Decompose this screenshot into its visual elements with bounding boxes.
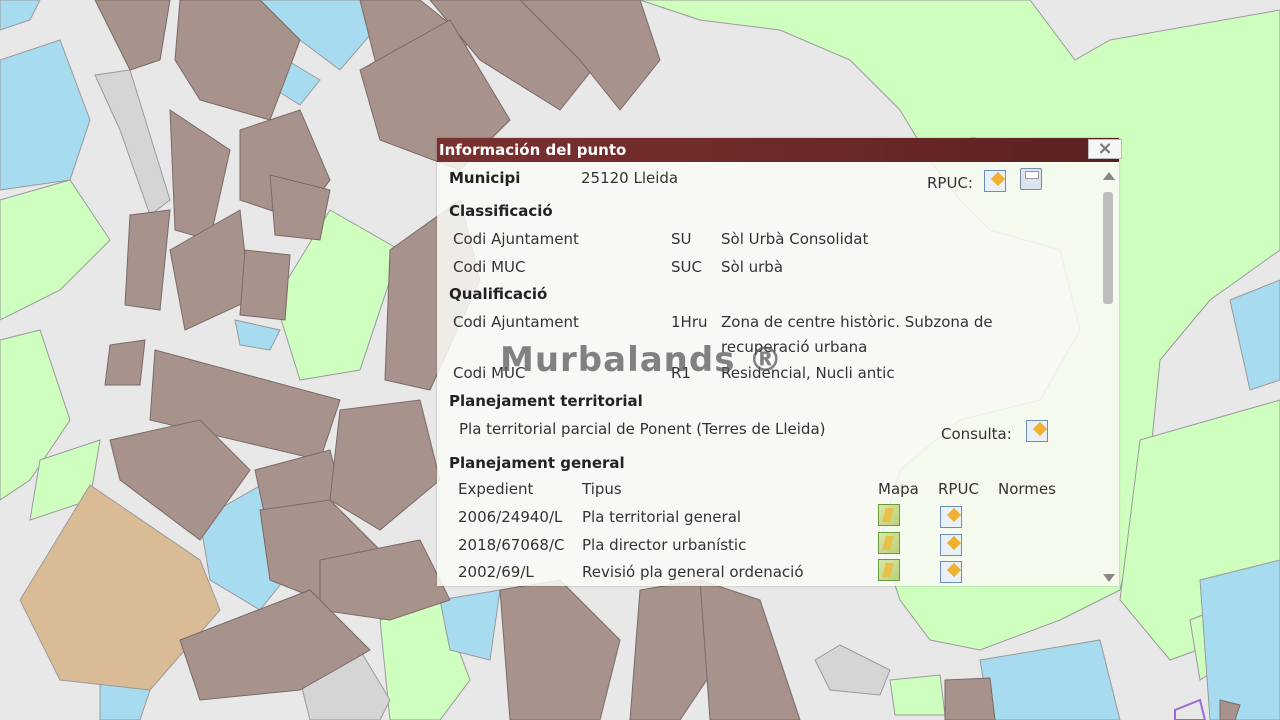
column-header-expedient: Expedient: [458, 480, 534, 498]
column-header-mapa: Mapa: [878, 480, 919, 498]
popup-scrollbar[interactable]: [1101, 170, 1117, 584]
rpuc-document-edit-icon[interactable]: [984, 170, 1006, 192]
scroll-down-arrow-icon[interactable]: [1103, 574, 1115, 582]
classificacio-row-desc: Sòl Urbà Consolidat: [721, 230, 869, 248]
close-icon: ×: [1097, 138, 1113, 159]
map-icon[interactable]: [878, 532, 900, 554]
column-header-tipus: Tipus: [582, 480, 622, 498]
rpuc-document-edit-icon[interactable]: [940, 534, 962, 556]
column-header-rpuc: RPUC: [938, 480, 979, 498]
territorial-header: Planejament territorial: [449, 392, 643, 410]
classificacio-row-code: SU: [671, 230, 692, 248]
qualificacio-row-desc: Zona de centre històric. Subzona de: [721, 313, 993, 331]
scrollbar-thumb[interactable]: [1103, 192, 1113, 304]
consulta-label: Consulta:: [941, 425, 1012, 443]
row-expedient: 2018/67068/C: [458, 536, 565, 554]
qualificacio-row-label: Codi Ajuntament: [453, 313, 579, 331]
popup-title-bar[interactable]: Información del punto ×: [437, 138, 1122, 162]
row-expedient: 2002/69/L: [458, 563, 534, 581]
territorial-plan-text: Pla territorial parcial de Ponent (Terre…: [459, 420, 826, 438]
municipi-label: Municipi: [449, 169, 521, 187]
classificacio-row-label: Codi MUC: [453, 258, 526, 276]
row-tipus: Pla director urbanístic: [582, 536, 747, 554]
general-header: Planejament general: [449, 454, 625, 472]
rpuc-document-edit-icon[interactable]: [940, 561, 962, 583]
classificacio-row-label: Codi Ajuntament: [453, 230, 579, 248]
classificacio-header: Classificació: [449, 202, 553, 220]
row-expedient: 2006/24940/L: [458, 508, 563, 526]
close-button[interactable]: ×: [1088, 139, 1122, 159]
consulta-document-edit-icon[interactable]: [1026, 420, 1048, 442]
map-icon[interactable]: [878, 504, 900, 526]
rpuc-document-edit-icon[interactable]: [940, 506, 962, 528]
qualificacio-row-code: 1Hru: [671, 313, 708, 331]
municipi-value: 25120 Lleida: [581, 169, 679, 187]
row-tipus: Pla territorial general: [582, 508, 742, 526]
map-icon[interactable]: [878, 559, 900, 581]
column-header-normes: Normes: [998, 480, 1056, 498]
printer-icon[interactable]: [1020, 168, 1042, 190]
row-tipus: Revisió pla general ordenació: [582, 563, 804, 581]
rpuc-label: RPUC:: [927, 174, 973, 192]
scroll-up-arrow-icon[interactable]: [1103, 172, 1115, 180]
classificacio-row-desc: Sòl urbà: [721, 258, 784, 276]
classificacio-row-code: SUC: [671, 258, 702, 276]
popup-title: Información del punto: [439, 141, 627, 159]
qualificacio-header: Qualificació: [449, 285, 548, 303]
watermark: Murbalands ®: [500, 340, 784, 380]
